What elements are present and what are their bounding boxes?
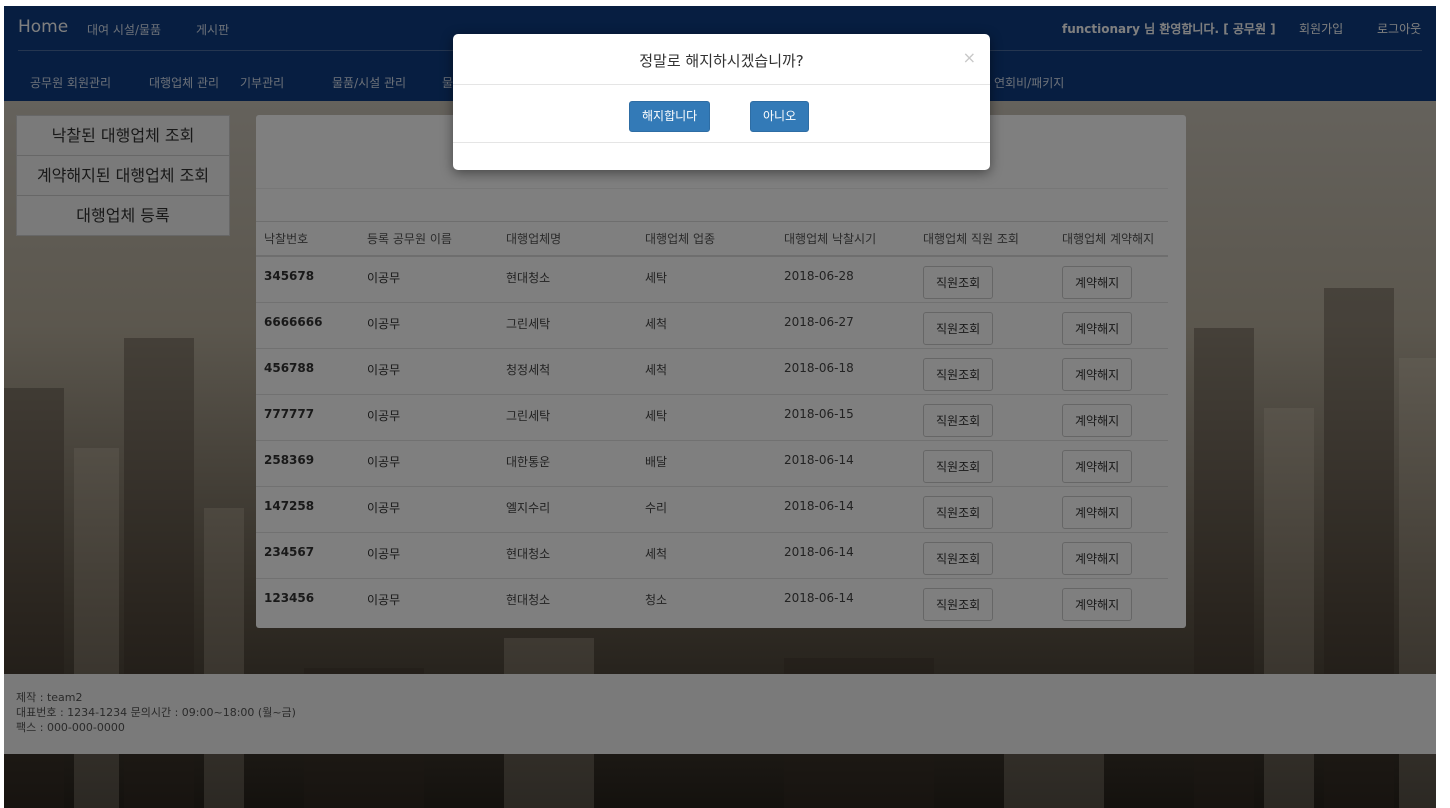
close-icon[interactable]: × [963,48,976,67]
confirm-terminate-button[interactable]: 해지합니다 [629,101,711,132]
cancel-button[interactable]: 아니오 [750,101,810,132]
confirm-termination-dialog: 정말로 해지하시겠습니까? × 해지합니다 아니오 [453,34,990,170]
dialog-title: 정말로 해지하시겠습니까? [639,52,804,70]
